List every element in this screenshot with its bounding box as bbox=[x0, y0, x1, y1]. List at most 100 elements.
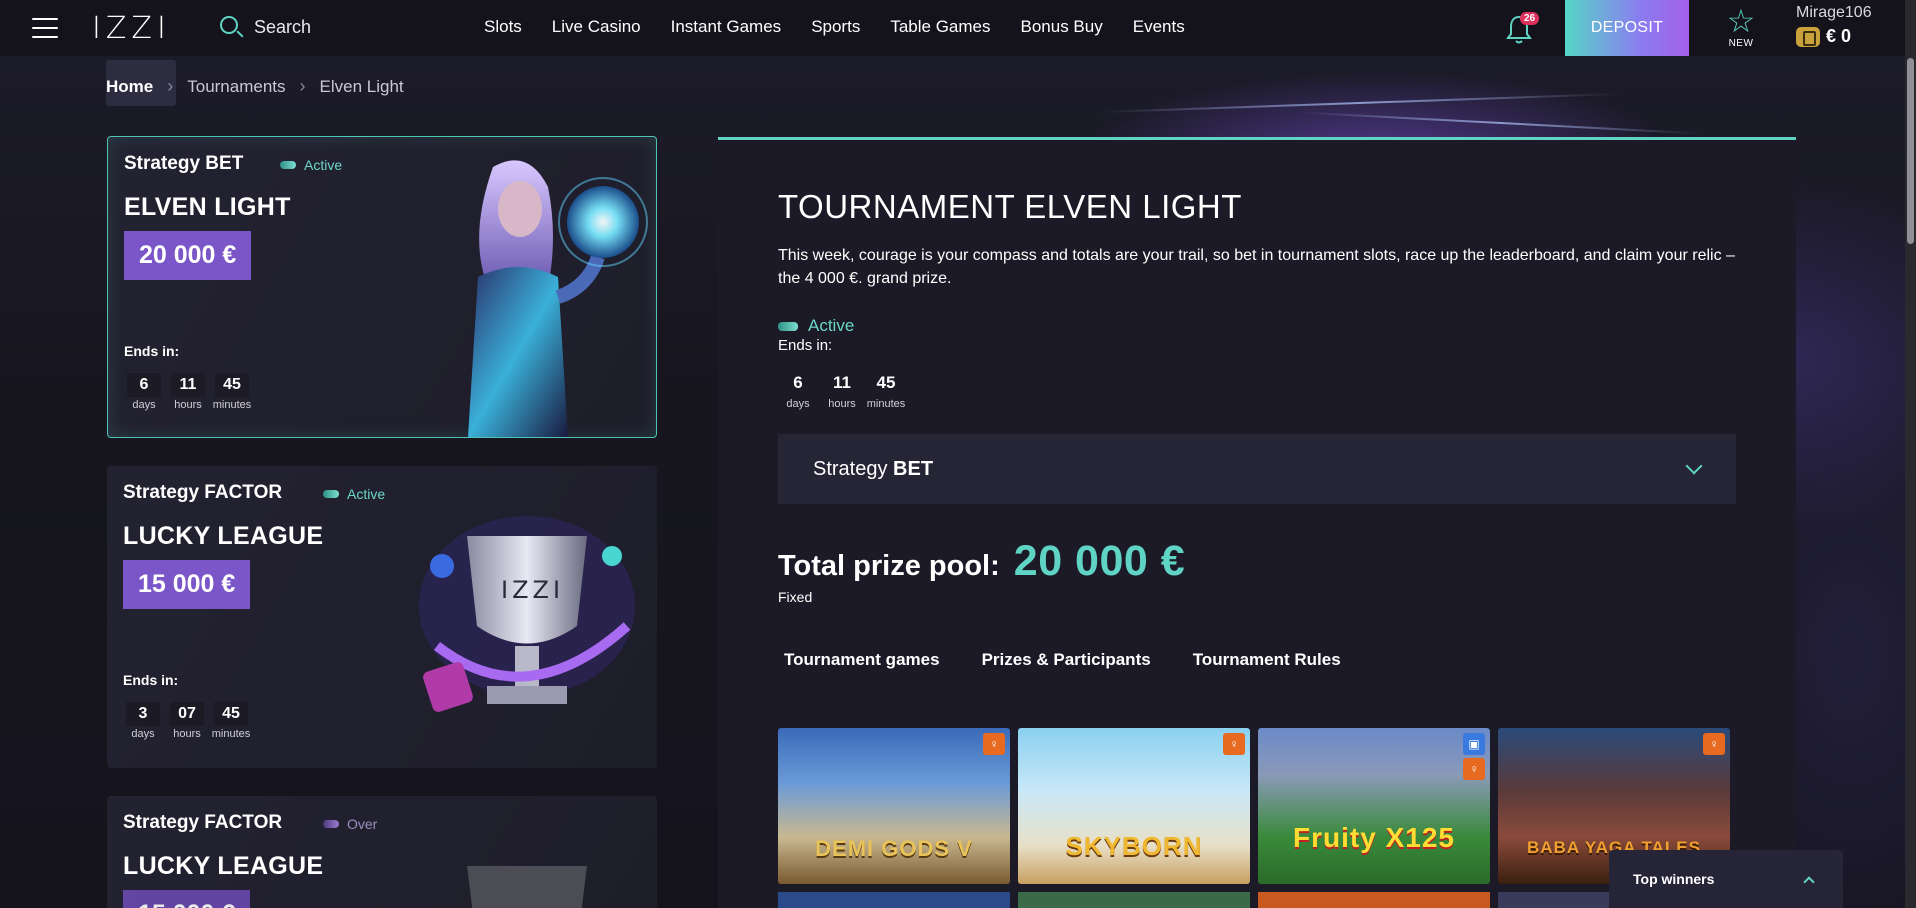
game-title: DEMI GODS V bbox=[815, 836, 973, 861]
nav-sports[interactable]: Sports bbox=[811, 17, 860, 37]
user-account[interactable]: Mirage106 € 0 bbox=[1796, 4, 1872, 47]
search-button[interactable]: Search bbox=[218, 14, 311, 40]
tournament-badge-icon: ♀ bbox=[1703, 733, 1725, 755]
breadcrumb-tournaments[interactable]: Tournaments bbox=[187, 77, 285, 97]
game-tile[interactable] bbox=[778, 892, 1010, 908]
new-label: NEW bbox=[1728, 38, 1754, 49]
tournament-card-lucky-league[interactable]: Strategy FACTOR Active LUCKY LEAGUE 15 0… bbox=[107, 466, 657, 768]
ends-in-label: Ends in: bbox=[778, 337, 833, 354]
strategy-prefix: Strategy bbox=[813, 457, 888, 480]
tournament-games-row-2 bbox=[778, 892, 1730, 908]
chevron-down-icon bbox=[1685, 457, 1703, 475]
status-text: Active bbox=[347, 486, 386, 502]
status-dot bbox=[280, 161, 296, 169]
chevron-right-icon: › bbox=[167, 76, 174, 96]
page-scrollbar[interactable] bbox=[1905, 0, 1916, 908]
nav-instant-games[interactable]: Instant Games bbox=[671, 17, 782, 37]
chevron-up-icon bbox=[1803, 876, 1815, 888]
tournament-card-lucky-league-over[interactable]: Strategy FACTOR Over LUCKY LEAGUE 15 000… bbox=[107, 796, 657, 908]
status-badge: Active bbox=[778, 316, 854, 336]
timer-minutes: 45 bbox=[215, 373, 249, 397]
tournament-title: LUCKY LEAGUE bbox=[123, 852, 324, 880]
tournament-badge-icon: ♀ bbox=[983, 733, 1005, 755]
timer-minutes-label: minutes bbox=[212, 399, 252, 411]
strategy-name: BET bbox=[893, 457, 934, 480]
timer-days: 6 bbox=[781, 370, 815, 396]
status-text: Over bbox=[347, 816, 378, 832]
trophy-art bbox=[419, 516, 635, 712]
notification-count-badge: 26 bbox=[1520, 12, 1540, 25]
elf-character-art bbox=[468, 160, 648, 437]
game-tile[interactable] bbox=[1018, 892, 1250, 908]
game-tile-fruity-x125[interactable]: Fruity X125 ▣ ♀ bbox=[1258, 728, 1490, 884]
breadcrumb-home[interactable]: Home bbox=[106, 77, 153, 97]
timer-hours-label: hours bbox=[174, 399, 202, 411]
izzi-logo[interactable]: IZZI bbox=[92, 11, 171, 46]
breadcrumb: Home › Tournaments › Elven Light bbox=[106, 76, 404, 97]
prize-pool-type: Fixed bbox=[778, 589, 813, 605]
ends-in-label: Ends in: bbox=[124, 343, 180, 359]
menu-icon[interactable] bbox=[32, 18, 58, 38]
tab-tournament-rules[interactable]: Tournament Rules bbox=[1193, 650, 1341, 670]
search-icon bbox=[218, 14, 244, 40]
balance-amount: € 0 bbox=[1826, 26, 1852, 46]
timer-hours: 11 bbox=[171, 373, 205, 397]
nav-slots[interactable]: Slots bbox=[484, 17, 522, 37]
timer-hours: 11 bbox=[825, 370, 859, 396]
prize-pool: Total prize pool: 20 000 € bbox=[778, 537, 1185, 586]
tournament-strategy: Strategy BET bbox=[124, 153, 244, 174]
timer-minutes-label: minutes bbox=[866, 398, 906, 410]
status-text: Active bbox=[808, 316, 855, 335]
tournament-detail-panel: TOURNAMENT ELVEN LIGHT This week, courag… bbox=[718, 137, 1796, 908]
trophy-logo: IZZI bbox=[501, 576, 565, 604]
tournament-title: ELVEN LIGHT bbox=[124, 193, 291, 221]
search-label: Search bbox=[254, 16, 312, 37]
tournament-description: This week, courage is your compass and t… bbox=[778, 247, 1735, 287]
tournament-prize: 20 000 € bbox=[124, 231, 252, 280]
countdown-timer: 6 days 11 hours 45 minutes bbox=[778, 370, 906, 410]
timer-days-label: days bbox=[786, 398, 810, 410]
ends-in-label: Ends in: bbox=[123, 672, 179, 688]
timer-days-label: days bbox=[131, 728, 155, 740]
game-title: Fruity X125 bbox=[1293, 822, 1455, 853]
notifications-button[interactable]: 26 bbox=[1504, 12, 1540, 46]
status-badge: Over bbox=[323, 816, 377, 832]
tab-prizes-participants[interactable]: Prizes & Participants bbox=[982, 650, 1151, 670]
scrollbar-thumb[interactable] bbox=[1907, 58, 1914, 244]
status-badge: Active bbox=[280, 157, 342, 173]
timer-minutes: 45 bbox=[214, 702, 248, 726]
tournament-games-grid: DEMI GODS V ♀ SKYBORN ♀ Fruity X125 ▣ ♀ … bbox=[778, 728, 1730, 884]
wallet-icon bbox=[1796, 26, 1820, 47]
tournament-card-elven-light[interactable]: Strategy BET Active ELVEN LIGHT 20 000 €… bbox=[107, 136, 657, 438]
timer-days: 6 bbox=[127, 373, 161, 397]
tournament-badge-icon: ♀ bbox=[1223, 733, 1245, 755]
tournament-title: LUCKY LEAGUE bbox=[123, 522, 324, 550]
top-winners-widget[interactable]: Top winners bbox=[1609, 850, 1843, 908]
timer-hours-label: hours bbox=[173, 728, 201, 740]
timer-days-label: days bbox=[132, 399, 156, 411]
breadcrumb-current: Elven Light bbox=[319, 76, 404, 96]
game-tile[interactable] bbox=[1258, 892, 1490, 908]
top-navbar: IZZI Search Slots Live Casino Instant Ga… bbox=[0, 0, 1905, 56]
countdown-timer: 6 days 11 hours 45 minutes bbox=[124, 373, 252, 411]
nav-live-casino[interactable]: Live Casino bbox=[552, 17, 641, 37]
game-tile-skyborn[interactable]: SKYBORN ♀ bbox=[1018, 728, 1250, 884]
status-dot bbox=[323, 820, 339, 828]
deposit-button[interactable]: DEPOSIT bbox=[1565, 0, 1689, 56]
page-title: TOURNAMENT ELVEN LIGHT bbox=[778, 188, 1242, 225]
nav-events[interactable]: Events bbox=[1133, 17, 1185, 37]
prize-pool-value: 20 000 € bbox=[1013, 537, 1186, 585]
nav-bonus-buy[interactable]: Bonus Buy bbox=[1021, 17, 1103, 37]
tournament-badge-icon: ♀ bbox=[1463, 758, 1485, 780]
tournament-strategy: Strategy FACTOR bbox=[123, 482, 283, 503]
main-nav: Slots Live Casino Instant Games Sports T… bbox=[484, 17, 1215, 37]
status-text: Active bbox=[304, 157, 343, 173]
top-winners-label: Top winners bbox=[1633, 871, 1715, 887]
timer-hours: 07 bbox=[170, 702, 204, 726]
timer-hours-label: hours bbox=[828, 398, 856, 410]
tab-tournament-games[interactable]: Tournament games bbox=[784, 650, 940, 670]
favorites-button[interactable]: ☆ NEW bbox=[1718, 4, 1764, 56]
strategy-accordion[interactable]: Strategy BET bbox=[778, 434, 1736, 504]
nav-table-games[interactable]: Table Games bbox=[890, 17, 990, 37]
game-tile-demi-gods[interactable]: DEMI GODS V ♀ bbox=[778, 728, 1010, 884]
